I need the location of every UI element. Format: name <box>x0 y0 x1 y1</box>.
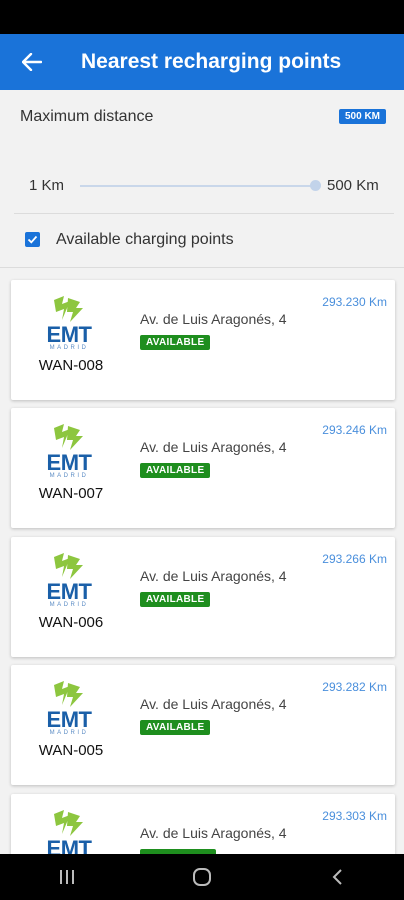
charging-bolt-icon <box>54 424 83 450</box>
max-distance-badge: 500 KM <box>338 109 386 124</box>
station-distance: 293.246 Km <box>322 423 387 437</box>
check-icon <box>27 235 38 244</box>
arrow-left-icon <box>22 53 42 71</box>
back-button[interactable] <box>0 34 64 90</box>
charging-bolt-icon <box>54 810 83 836</box>
charging-point-card[interactable]: EMT MADRID WAN-008 Av. de Luis Aragonés,… <box>11 280 395 400</box>
charging-bolt-icon <box>54 553 83 579</box>
charging-bolt-icon <box>54 681 83 707</box>
station-code: WAN-008 <box>38 357 104 374</box>
recents-button[interactable] <box>37 854 97 900</box>
status-badge: AVAILABLE <box>140 335 211 350</box>
station-distance: 293.282 Km <box>322 680 387 694</box>
logo-text: EMT <box>46 579 92 604</box>
home-icon <box>192 868 211 886</box>
distance-slider-thumb[interactable] <box>310 180 321 191</box>
emt-logo: EMT MADRID <box>40 551 98 611</box>
recents-icon <box>60 870 75 884</box>
emt-logo: EMT MADRID <box>40 679 98 739</box>
logo-text: EMT <box>46 322 92 347</box>
system-nav-bar <box>0 854 404 900</box>
station-address: Av. de Luis Aragonés, 4 <box>140 825 287 841</box>
charging-point-card[interactable]: EMT MADRID WAN-005 Av. de Luis Aragonés,… <box>11 665 395 785</box>
logo-subtext: MADRID <box>49 602 89 608</box>
station-distance: 293.303 Km <box>322 809 387 823</box>
page-title: Nearest recharging points <box>81 50 342 73</box>
emt-logo: EMT MADRID <box>40 422 98 482</box>
emt-logo: EMT MADRID <box>40 294 98 354</box>
range-max-label: 500 Km <box>327 177 379 194</box>
station-code: WAN-005 <box>38 742 104 759</box>
station-address: Av. de Luis Aragonés, 4 <box>140 568 287 584</box>
logo-subtext: MADRID <box>49 730 89 736</box>
station-address: Av. de Luis Aragonés, 4 <box>140 311 287 327</box>
filters-panel: Maximum distance 500 KM 1 Km 500 Km Avai… <box>0 90 404 268</box>
logo-text: EMT <box>46 707 92 732</box>
max-distance-label: Maximum distance <box>20 108 154 125</box>
station-code: WAN-006 <box>38 614 104 631</box>
available-checkbox-label: Available charging points <box>56 231 234 248</box>
station-address: Av. de Luis Aragonés, 4 <box>140 696 287 712</box>
distance-slider-track[interactable] <box>80 185 316 187</box>
logo-text: EMT <box>46 836 92 855</box>
emt-logo: EMT <box>40 808 98 854</box>
status-badge: AVAILABLE <box>140 592 211 607</box>
logo-subtext: MADRID <box>49 345 89 351</box>
divider <box>14 213 394 214</box>
logo-subtext: MADRID <box>49 473 89 479</box>
charging-points-list[interactable]: EMT MADRID WAN-008 Av. de Luis Aragonés,… <box>0 268 404 854</box>
charging-point-card[interactable]: EMT Av. de Luis Aragonés, 4 293.303 Km <box>11 794 395 854</box>
back-chevron-icon <box>332 869 342 885</box>
station-address: Av. de Luis Aragonés, 4 <box>140 439 287 455</box>
charging-bolt-icon <box>54 296 83 322</box>
status-bar <box>0 0 404 34</box>
station-distance: 293.230 Km <box>322 295 387 309</box>
nav-back-button[interactable] <box>307 854 367 900</box>
status-badge: AVAILABLE <box>140 720 211 735</box>
logo-text: EMT <box>46 450 92 475</box>
app-bar: Nearest recharging points <box>0 34 404 90</box>
charging-point-card[interactable]: EMT MADRID WAN-006 Av. de Luis Aragonés,… <box>11 537 395 657</box>
station-code: WAN-007 <box>38 485 104 502</box>
range-min-label: 1 Km <box>29 177 65 194</box>
home-button[interactable] <box>172 854 232 900</box>
available-checkbox[interactable] <box>25 232 40 247</box>
status-badge: AVAILABLE <box>140 463 211 478</box>
charging-point-card[interactable]: EMT MADRID WAN-007 Av. de Luis Aragonés,… <box>11 408 395 528</box>
station-distance: 293.266 Km <box>322 552 387 566</box>
